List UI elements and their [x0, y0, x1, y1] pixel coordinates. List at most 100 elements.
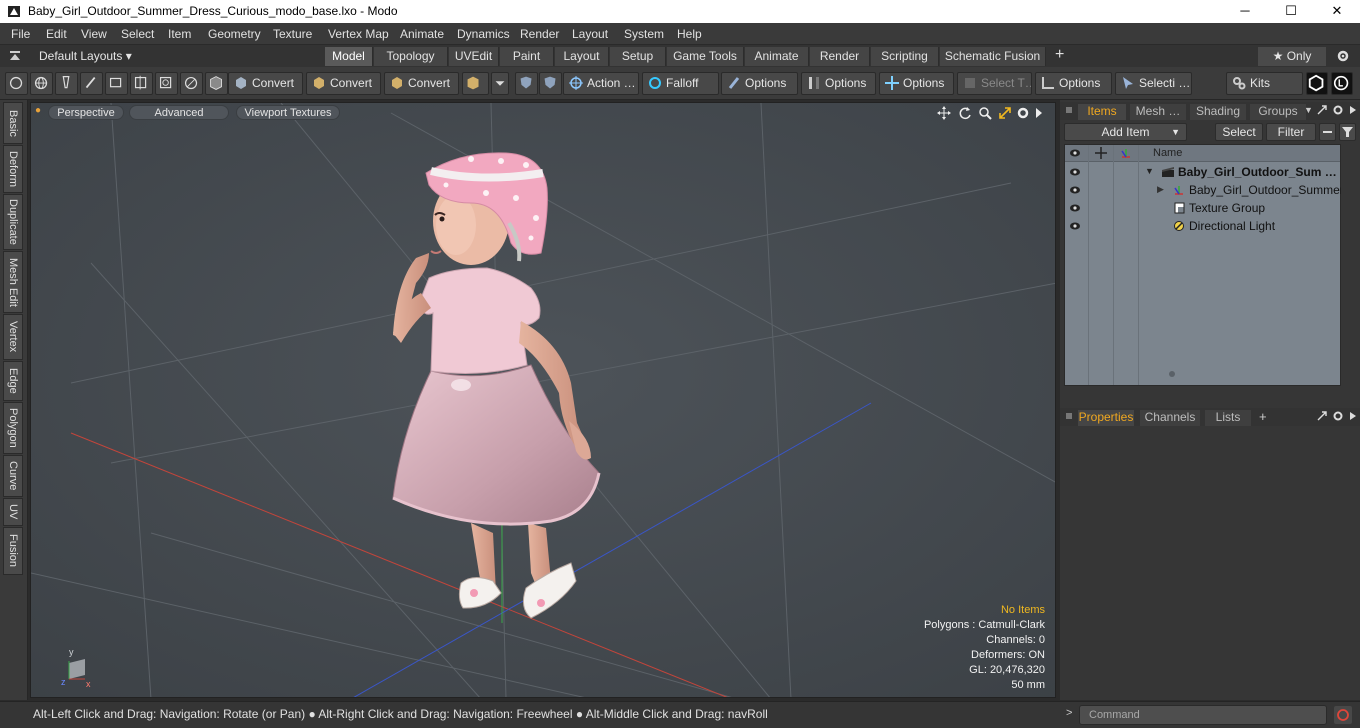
menu-animate[interactable]: Animate	[400, 27, 444, 41]
tab-groups[interactable]: Groups	[1250, 104, 1306, 120]
zoom-icon[interactable]	[978, 106, 992, 120]
eye-icon[interactable]	[1069, 167, 1081, 177]
locator-icon[interactable]	[1120, 147, 1132, 159]
tab-uvedit[interactable]: UVEdit	[449, 47, 499, 66]
expand-panel-icon[interactable]	[1316, 104, 1328, 116]
chevron-down-icon[interactable]	[491, 72, 509, 95]
left-tab-duplicate[interactable]: Duplicate	[3, 194, 23, 250]
gear-icon[interactable]	[1336, 49, 1350, 63]
command-input[interactable]: Command	[1079, 705, 1327, 725]
panel-chevron-right-icon[interactable]	[1349, 411, 1357, 421]
lock-icon[interactable]	[1095, 147, 1107, 159]
panel-gear-icon[interactable]	[1332, 410, 1344, 422]
left-tab-curve[interactable]: Curve	[3, 455, 23, 497]
unreal-icon[interactable]	[1331, 72, 1353, 95]
default-layouts-dropdown[interactable]: Default Layouts ▾	[39, 49, 132, 63]
tab-paint[interactable]: Paint	[500, 47, 554, 66]
tab-render[interactable]: Render	[810, 47, 870, 66]
select-through-button[interactable]: Select T…	[957, 72, 1032, 95]
globe-mode-button[interactable]	[30, 72, 53, 95]
left-tab-uv[interactable]: UV	[3, 498, 23, 526]
minimize-button[interactable]: ─	[1222, 0, 1268, 23]
polygon-mode-button[interactable]	[130, 72, 153, 95]
left-tab-mesh-edit[interactable]: Mesh Edit	[3, 251, 23, 313]
falloff-options-button[interactable]: Options	[721, 72, 798, 95]
menu-select[interactable]: Select	[121, 27, 154, 41]
scene-canvas[interactable]: y z x	[31, 103, 1056, 698]
list-resize-handle[interactable]	[1169, 371, 1175, 377]
viewport-menu-icon[interactable]: ●	[35, 105, 41, 116]
expand-panel-icon[interactable]	[1316, 410, 1328, 422]
menu-dynamics[interactable]: Dynamics	[457, 27, 510, 41]
panel-handle-icon[interactable]	[1066, 413, 1072, 419]
box-tool-button[interactable]	[462, 72, 489, 95]
unity-icon[interactable]	[1306, 72, 1328, 95]
material-mode-button[interactable]	[180, 72, 203, 95]
expand-arrow-icon[interactable]: ▼	[1145, 166, 1154, 176]
edge-mode-button[interactable]	[105, 72, 128, 95]
falloff-button[interactable]: Falloff	[642, 72, 719, 95]
menu-file[interactable]: File	[11, 27, 30, 41]
menu-texture[interactable]: Texture	[273, 27, 312, 41]
menu-render[interactable]: Render	[520, 27, 559, 41]
tab-animate[interactable]: Animate	[745, 47, 809, 66]
tab-schematic-fusion[interactable]: Schematic Fusion	[940, 47, 1046, 66]
eye-icon[interactable]	[1069, 203, 1081, 213]
maximize-viewport-icon[interactable]	[998, 106, 1012, 120]
list-item[interactable]: ▶ Baby_Girl_Outdoor_Summer …	[1065, 181, 1341, 199]
filter-button[interactable]: Filter	[1266, 123, 1316, 141]
select-button[interactable]: Select	[1215, 123, 1263, 141]
menu-system[interactable]: System	[624, 27, 664, 41]
tab-shading[interactable]: Shading	[1190, 104, 1246, 120]
shading-mode-button[interactable]: Advanced	[129, 105, 229, 120]
eye-icon[interactable]	[1069, 148, 1081, 158]
collapse-icon[interactable]	[9, 51, 21, 61]
left-tab-edge[interactable]: Edge	[3, 361, 23, 401]
funnel-icon[interactable]	[1339, 123, 1356, 141]
tab-model[interactable]: Model	[325, 47, 373, 66]
tab-items[interactable]: Items	[1078, 104, 1126, 120]
snap-options-button[interactable]: Options	[879, 72, 954, 95]
selection-sets-button[interactable]: Selecti …	[1115, 72, 1192, 95]
add-tab-button[interactable]: +	[1055, 46, 1064, 64]
view-mode-button[interactable]: Perspective	[48, 105, 124, 120]
convert-button-2[interactable]: Convert	[306, 72, 381, 95]
tab-scripting[interactable]: Scripting	[871, 47, 939, 66]
left-tab-fusion[interactable]: Fusion	[3, 527, 23, 575]
action-center-button[interactable]: Action …	[563, 72, 639, 95]
list-item[interactable]: Directional Light	[1065, 217, 1340, 235]
list-item[interactable]: ▼ Baby_Girl_Outdoor_Sum …	[1065, 163, 1340, 181]
menu-help[interactable]: Help	[677, 27, 702, 41]
list-item[interactable]: Texture Group	[1065, 199, 1340, 217]
convert-button-1[interactable]: Convert	[228, 72, 303, 95]
left-tab-basic[interactable]: Basic	[3, 102, 23, 144]
rotate-icon[interactable]	[958, 106, 972, 120]
viewport-settings-icon[interactable]	[1016, 106, 1030, 120]
tab-channels[interactable]: Channels	[1140, 410, 1200, 426]
menu-layout[interactable]: Layout	[572, 27, 608, 41]
panel-handle-icon[interactable]	[1066, 107, 1072, 113]
tab-setup[interactable]: Setup	[610, 47, 666, 66]
menu-geometry[interactable]: Geometry	[208, 27, 261, 41]
kits-button[interactable]: Kits	[1226, 72, 1303, 95]
menu-vertex-map[interactable]: Vertex Map	[328, 27, 389, 41]
viewport-textures-button[interactable]: Viewport Textures	[236, 105, 340, 120]
symmetry-options-button[interactable]: Options	[801, 72, 876, 95]
tab-mesh[interactable]: Mesh …	[1130, 104, 1186, 120]
shield-icon[interactable]	[515, 72, 538, 95]
left-tab-polygon[interactable]: Polygon	[3, 402, 23, 454]
chevron-right-icon[interactable]	[1034, 107, 1044, 119]
3d-viewport[interactable]: y z x ● Perspective Advanced Viewport Te…	[30, 102, 1056, 698]
item-mode-button[interactable]	[155, 72, 178, 95]
tab-topology[interactable]: Topology	[374, 47, 448, 66]
expand-arrow-icon[interactable]: ▶	[1157, 184, 1164, 195]
pen-tool-button[interactable]	[55, 72, 78, 95]
shield-icon-2[interactable]	[539, 72, 562, 95]
vertex-mode-button[interactable]	[5, 72, 28, 95]
move-icon[interactable]	[937, 106, 951, 120]
left-tab-deform[interactable]: Deform	[3, 145, 23, 193]
cube-mode-button[interactable]	[205, 72, 228, 95]
eye-icon[interactable]	[1069, 185, 1081, 195]
panel-chevron-right-icon[interactable]	[1349, 105, 1357, 115]
menu-view[interactable]: View	[81, 27, 107, 41]
